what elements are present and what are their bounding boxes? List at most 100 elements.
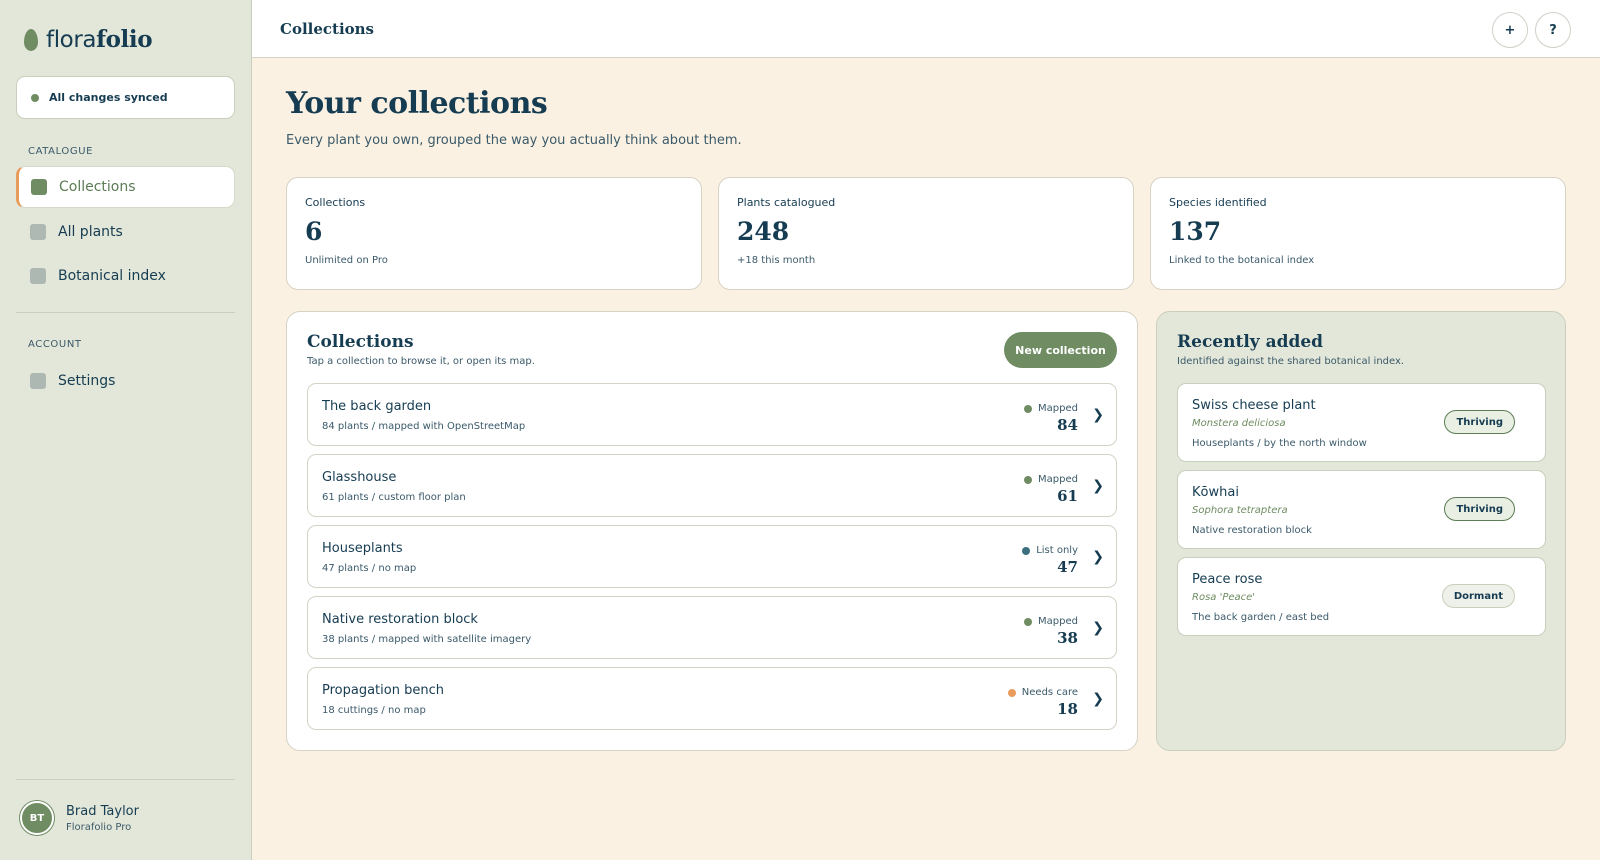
collection-status-label: Needs care (1021, 687, 1078, 698)
collection-row[interactable]: Houseplants 47 plants / no map List only… (307, 525, 1117, 588)
add-button[interactable]: + (1492, 12, 1528, 48)
collections-panel: Collections Tap a collection to browse i… (286, 311, 1138, 751)
collection-meta: 38 plants / mapped with satellite imager… (322, 634, 532, 645)
chevron-right-icon: ❯ (1092, 549, 1104, 565)
collection-meta: 18 cuttings / no map (322, 705, 426, 716)
sync-status-label: All changes synced (49, 91, 168, 104)
collection-status: List only (1022, 545, 1078, 556)
collections-panel-title: Collections (307, 332, 414, 352)
collection-count: 38 (1057, 629, 1078, 647)
collection-count: 47 (1057, 558, 1078, 576)
sidebar-divider (16, 312, 235, 313)
leaf-icon (24, 28, 38, 51)
recently-added-title: Recently added (1177, 332, 1324, 352)
chevron-right-icon: ❯ (1092, 478, 1104, 494)
sync-status-dot (31, 93, 39, 102)
brand-logo[interactable]: florafolio (24, 26, 153, 53)
user-profile[interactable]: BT Brad Taylor Florafolio Pro (20, 801, 139, 835)
collection-meta: 47 plants / no map (322, 563, 417, 574)
collection-row[interactable]: The back garden 84 plants / mapped with … (307, 383, 1117, 446)
plant-location: Native restoration block (1192, 525, 1312, 536)
stat-note: +18 this month (737, 255, 816, 266)
account-section-label: ACCOUNT (28, 339, 82, 350)
collection-name: Native restoration block (322, 612, 478, 627)
plant-card[interactable]: Peace rose Rosa 'Peace' The back garden … (1177, 557, 1546, 636)
chevron-right-icon: ❯ (1092, 691, 1104, 707)
recently-added-subtitle: Identified against the shared botanical … (1177, 356, 1405, 367)
stat-card-plants: Plants catalogued 248 +18 this month (718, 177, 1134, 290)
collection-status: Mapped (1024, 616, 1078, 627)
plant-scientific-name: Monstera deliciosa (1192, 418, 1286, 429)
sidebar-item-label: Collections (59, 179, 136, 195)
collection-count: 61 (1057, 487, 1078, 505)
collection-row[interactable]: Glasshouse 61 plants / custom floor plan… (307, 454, 1117, 517)
brand-suffix: folio (96, 26, 153, 53)
collections-panel-subtitle: Tap a collection to browse it, or open i… (307, 356, 535, 367)
collection-status: Needs care (1007, 687, 1078, 698)
help-button[interactable]: ? (1535, 12, 1571, 48)
status-dot (1024, 404, 1033, 413)
collection-count: 18 (1057, 700, 1078, 718)
collection-status-label: Mapped (1038, 403, 1078, 414)
top-bar: Collections + ? (252, 0, 1600, 58)
stat-value: 137 (1169, 217, 1222, 246)
plant-location: The back garden / east bed (1192, 612, 1330, 623)
user-plan: Florafolio Pro (66, 821, 132, 833)
page-header-title: Collections (280, 20, 374, 38)
page-subtitle: Every plant you own, grouped the way you… (286, 133, 742, 148)
plant-scientific-name: Rosa 'Peace' (1192, 592, 1256, 603)
collection-name: Houseplants (322, 541, 403, 556)
collection-status-label: Mapped (1038, 474, 1078, 485)
stat-note: Unlimited on Pro (305, 255, 388, 266)
collection-status: Mapped (1024, 474, 1078, 485)
collection-meta: 84 plants / mapped with OpenStreetMap (322, 421, 526, 432)
stat-card-species: Species identified 137 Linked to the bot… (1150, 177, 1566, 290)
stat-label: Plants catalogued (737, 196, 836, 209)
plants-icon (30, 224, 46, 240)
plant-scientific-name: Sophora tetraptera (1192, 505, 1288, 516)
stat-label: Species identified (1169, 196, 1267, 209)
sidebar-item-botanical-index[interactable]: Botanical index (16, 255, 235, 297)
collection-row[interactable]: Native restoration block 38 plants / map… (307, 596, 1117, 659)
chevron-right-icon: ❯ (1092, 407, 1104, 423)
stat-value: 6 (305, 217, 323, 246)
index-icon (30, 268, 46, 284)
plant-card[interactable]: Kōwhai Sophora tetraptera Native restora… (1177, 470, 1546, 549)
status-badge: Thriving (1444, 497, 1515, 521)
avatar: BT (20, 801, 54, 835)
catalogue-section-label: CATALOGUE (28, 146, 94, 157)
status-dot (1024, 617, 1033, 626)
plant-name: Swiss cheese plant (1192, 398, 1316, 413)
sidebar-item-settings[interactable]: Settings (16, 360, 235, 402)
sidebar-item-label: Settings (58, 373, 116, 389)
sidebar-item-label: All plants (58, 224, 123, 240)
collection-status-label: List only (1036, 545, 1078, 556)
sidebar-item-label: Botanical index (58, 268, 166, 284)
collection-count: 84 (1057, 416, 1078, 434)
sidebar: florafolio All changes synced CATALOGUE … (0, 0, 252, 860)
stat-label: Collections (305, 196, 366, 209)
stat-note: Linked to the botanical index (1169, 255, 1315, 266)
collection-meta: 61 plants / custom floor plan (322, 492, 466, 503)
plant-location: Houseplants / by the north window (1192, 438, 1367, 449)
collection-row[interactable]: Propagation bench 18 cuttings / no map N… (307, 667, 1117, 730)
new-collection-button[interactable]: New collection (1004, 332, 1117, 368)
status-badge: Dormant (1441, 584, 1515, 608)
plant-name: Peace rose (1192, 572, 1263, 587)
plant-card[interactable]: Swiss cheese plant Monstera deliciosa Ho… (1177, 383, 1546, 462)
sidebar-item-all-plants[interactable]: All plants (16, 211, 235, 253)
settings-icon (30, 373, 46, 389)
recently-added-panel: Recently added Identified against the sh… (1156, 311, 1566, 751)
brand-prefix: flora (46, 27, 97, 53)
collections-icon (31, 179, 47, 195)
status-badge: Thriving (1444, 410, 1515, 434)
stat-value: 248 (737, 217, 790, 246)
stat-card-collections: Collections 6 Unlimited on Pro (286, 177, 702, 290)
sidebar-divider (16, 779, 235, 780)
collection-name: Propagation bench (322, 683, 444, 698)
sidebar-item-collections[interactable]: Collections (16, 166, 235, 208)
status-dot (1024, 475, 1033, 484)
status-dot (1007, 688, 1016, 697)
user-name: Brad Taylor (66, 803, 139, 819)
chevron-right-icon: ❯ (1092, 620, 1104, 636)
